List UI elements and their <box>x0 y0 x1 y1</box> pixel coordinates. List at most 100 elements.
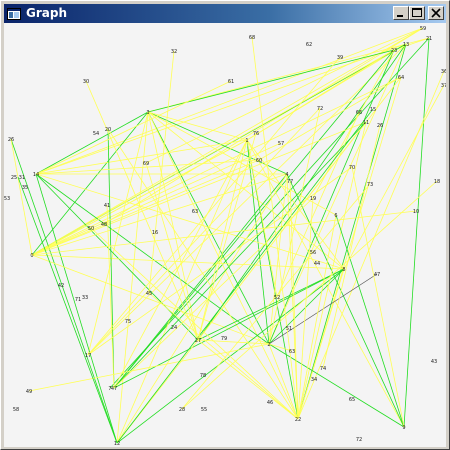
graph-node-label[interactable]: 7 <box>108 386 111 392</box>
graph-node-label[interactable]: 51 <box>286 326 292 332</box>
graph-edge <box>268 43 407 345</box>
graph-edge <box>103 27 424 225</box>
graph-node-label[interactable]: 53 <box>4 196 10 202</box>
graph-node-label[interactable]: 33 <box>82 295 88 301</box>
graph-node-label[interactable]: 63 <box>289 349 295 355</box>
graph-node-label[interactable]: 62 <box>306 42 312 48</box>
graph-edge <box>297 214 337 420</box>
graph-node-label[interactable]: 49 <box>26 389 32 395</box>
graph-node-label[interactable]: 52 <box>274 295 280 301</box>
graph-node-label[interactable]: 61 <box>228 79 234 85</box>
graph-node-label[interactable]: 59 <box>420 26 426 32</box>
graph-node-label[interactable]: 23 <box>391 48 397 54</box>
graph-edge <box>246 49 395 141</box>
graph-node-label[interactable]: 14 <box>33 172 39 178</box>
graph-node-label[interactable]: 46 <box>267 400 273 406</box>
graph-node-label[interactable]: 41 <box>104 203 110 209</box>
graph-node-label[interactable]: 44 <box>314 261 320 267</box>
close-button[interactable] <box>428 6 444 20</box>
graph-node-label[interactable]: 47 <box>111 386 117 392</box>
graph-node-label[interactable]: 19 <box>310 196 316 202</box>
graph-node-label[interactable]: 50 <box>88 226 94 232</box>
graph-node-label[interactable]: 37 <box>441 83 446 89</box>
graph-node-label[interactable]: 24 <box>171 325 177 331</box>
graph-node-label[interactable]: 36 <box>441 69 446 75</box>
graph-node-label[interactable]: 35 <box>22 185 28 191</box>
graph-edge <box>31 173 288 256</box>
graph-node-label[interactable]: 30 <box>83 79 89 85</box>
graph-node-label[interactable]: 77 <box>287 179 293 185</box>
graph-edge <box>286 173 299 420</box>
graph-window: Graph 59 21 13 23 36 37 64 68 62 39 32 30 61 72 66 15 11… <box>0 0 450 450</box>
graph-edge <box>116 173 288 444</box>
graph-node-label[interactable]: 43 <box>431 359 437 365</box>
window-icon[interactable] <box>7 6 21 20</box>
graph-node-label[interactable]: 65 <box>349 397 355 403</box>
graph-node-label[interactable]: 42 <box>58 283 64 289</box>
maximize-icon <box>412 8 422 17</box>
graph-node-label[interactable]: 4 <box>285 172 288 178</box>
graph-node-label[interactable]: 11 <box>363 120 369 126</box>
graph-node-label[interactable]: 26 <box>8 137 14 143</box>
graph-node-label[interactable]: 9 <box>402 425 405 431</box>
graph-node-label[interactable]: 45 <box>146 291 152 297</box>
graph-edge <box>31 254 270 345</box>
graph-node-label[interactable]: 0 <box>30 253 33 259</box>
graph-node-label[interactable]: 69 <box>143 161 149 167</box>
graph-node-label[interactable]: 63 <box>192 209 198 215</box>
graph-node-label[interactable]: 47 <box>374 272 380 278</box>
graph-node-label[interactable]: 74 <box>320 366 326 372</box>
graph-node-label[interactable]: 78 <box>200 373 206 379</box>
graph-node-label[interactable]: 22 <box>295 417 301 423</box>
graph-node-label[interactable]: 34 <box>311 377 317 383</box>
graph-node-label[interactable]: 68 <box>249 35 255 41</box>
graph-node-label[interactable]: 17 <box>85 353 91 359</box>
graph-node-label[interactable]: 55 <box>201 407 207 413</box>
graph-node-label[interactable]: 48 <box>101 222 107 228</box>
graph-node-label[interactable]: 71 <box>75 297 81 303</box>
graph-node-label[interactable]: 25 31 <box>11 175 25 181</box>
maximize-button[interactable] <box>409 6 425 20</box>
graph-node-label[interactable]: 1 <box>245 138 248 144</box>
graph-node-label[interactable]: 70 <box>349 165 355 171</box>
graph-node-label[interactable]: 56 <box>310 250 316 256</box>
graph-node-label[interactable]: 21 <box>426 36 432 42</box>
graph-node-label[interactable]: 18 <box>434 179 440 185</box>
graph-node-label[interactable]: 39 <box>337 55 343 61</box>
graph-edge <box>10 138 33 256</box>
graph-node-label[interactable]: 32 <box>171 49 177 55</box>
graph-node-label[interactable]: 3 <box>146 110 149 116</box>
graph-node-label[interactable]: 76 <box>253 131 259 137</box>
graph-canvas[interactable]: 59 21 13 23 36 37 64 68 62 39 32 30 61 72 66 15 11 26 3 54 2… <box>4 23 446 447</box>
graph-node-label[interactable]: 8 <box>342 267 345 273</box>
graph-node-label[interactable]: 28 <box>179 407 185 413</box>
graph-node-label[interactable]: 16 <box>152 230 158 236</box>
graph-node-label[interactable]: 26 <box>377 123 383 129</box>
close-icon <box>431 8 441 18</box>
graph-node-label[interactable]: 79 <box>221 336 227 342</box>
graph-node-label[interactable]: 72 <box>356 437 362 443</box>
graph-node-label[interactable]: 12 <box>114 441 120 447</box>
graph-node-label[interactable]: 6 <box>334 213 337 219</box>
graph-node-label[interactable]: 72 <box>317 106 323 112</box>
graph-node-label[interactable]: 20 <box>105 127 111 133</box>
graph-node-label[interactable]: 15 <box>370 107 376 113</box>
graph-node-label[interactable]: 64 <box>398 75 404 81</box>
graph-node-label[interactable]: 57 <box>278 141 284 147</box>
graph-node-label[interactable]: 10 <box>413 209 419 215</box>
graph-node-label[interactable]: 60 <box>256 158 262 164</box>
title-bar[interactable]: Graph <box>4 4 446 23</box>
graph-node-label[interactable]: 58 <box>13 407 19 413</box>
minimize-button[interactable] <box>393 6 409 20</box>
graph-edge <box>35 27 424 175</box>
graph-node-label[interactable]: 2 <box>267 342 270 348</box>
graph-node-label[interactable]: 66 <box>356 110 362 116</box>
graph-node-label[interactable]: 13 <box>403 42 409 48</box>
graph-edge <box>251 36 299 420</box>
graph-node-label[interactable]: 54 <box>93 131 99 137</box>
graph-node-label[interactable]: 27 <box>195 338 201 344</box>
graph-svg[interactable]: 592113233637646862393230 617266 1511 263542… <box>4 23 446 447</box>
graph-node-label[interactable]: 75 <box>125 319 131 325</box>
graph-node-label[interactable]: 73 <box>367 182 373 188</box>
graph-edge <box>17 176 118 444</box>
